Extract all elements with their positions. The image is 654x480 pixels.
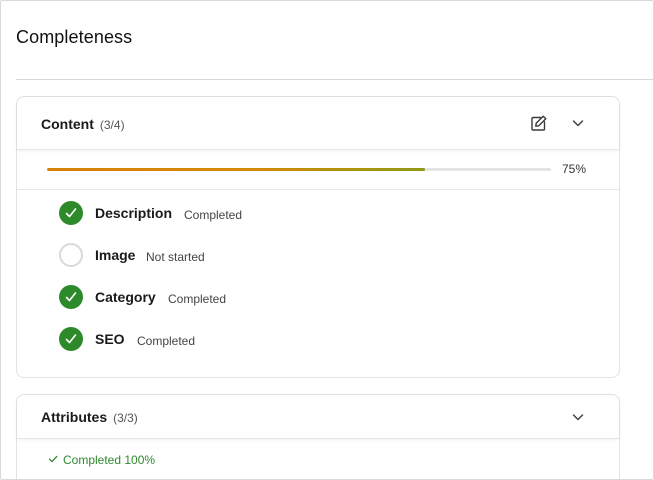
content-progress-bar <box>47 168 551 171</box>
content-section: Content (3/4) 75% Description Completed … <box>16 96 620 378</box>
task-item: SEO Completed <box>17 327 619 369</box>
content-task-list: Description Completed Image Not started Cate… <box>17 201 619 369</box>
empty-circle-icon <box>59 243 83 267</box>
attributes-section-header[interactable]: Attributes (3/3) <box>17 395 619 439</box>
task-status: Completed <box>184 208 243 222</box>
page-title: Completeness <box>16 27 133 47</box>
content-progress-row: 75% <box>17 150 619 190</box>
check-icon <box>48 453 58 467</box>
completeness-panel: Completeness Content (3/4) 75% Descripti… <box>0 0 654 480</box>
task-item: Image Not started <box>17 243 619 285</box>
attributes-section-count: (3/3) <box>113 411 138 425</box>
content-section-count: (3/4) <box>99 118 125 132</box>
task-status: Completed <box>168 292 227 306</box>
pencil-edit-icon <box>530 114 548 132</box>
task-name: Image <box>95 247 136 263</box>
task-name: SEO <box>95 331 125 347</box>
task-name: Category <box>95 289 156 305</box>
task-status: Not started <box>146 250 205 264</box>
task-status: Completed <box>137 334 196 348</box>
attributes-completed-text: Completed 100% <box>63 453 156 467</box>
title-divider <box>16 79 653 80</box>
task-item: Description Completed <box>17 201 619 243</box>
attributes-section-title: Attributes (3/3) <box>41 409 138 425</box>
attributes-section: Attributes (3/3) Completed 100% <box>16 394 620 479</box>
content-section-title: Content (3/4) <box>41 116 125 132</box>
chevron-down-icon <box>571 410 585 424</box>
collapse-attributes-button[interactable] <box>567 406 589 428</box>
task-item: Category Completed <box>17 285 619 327</box>
content-section-header[interactable]: Content (3/4) <box>17 97 619 150</box>
content-section-title-text: Content <box>41 116 94 132</box>
task-name: Description <box>95 205 173 221</box>
content-progress-label: 75% <box>562 162 587 176</box>
collapse-content-button[interactable] <box>567 112 589 134</box>
check-circle-icon <box>59 285 83 309</box>
check-circle-icon <box>59 201 83 225</box>
check-circle-icon <box>59 327 83 351</box>
attributes-section-title-text: Attributes <box>41 409 108 425</box>
chevron-down-icon <box>571 116 585 130</box>
attributes-completed-note: Completed 100% <box>48 453 155 467</box>
content-progress-fill <box>47 168 425 171</box>
edit-button[interactable] <box>528 112 550 134</box>
